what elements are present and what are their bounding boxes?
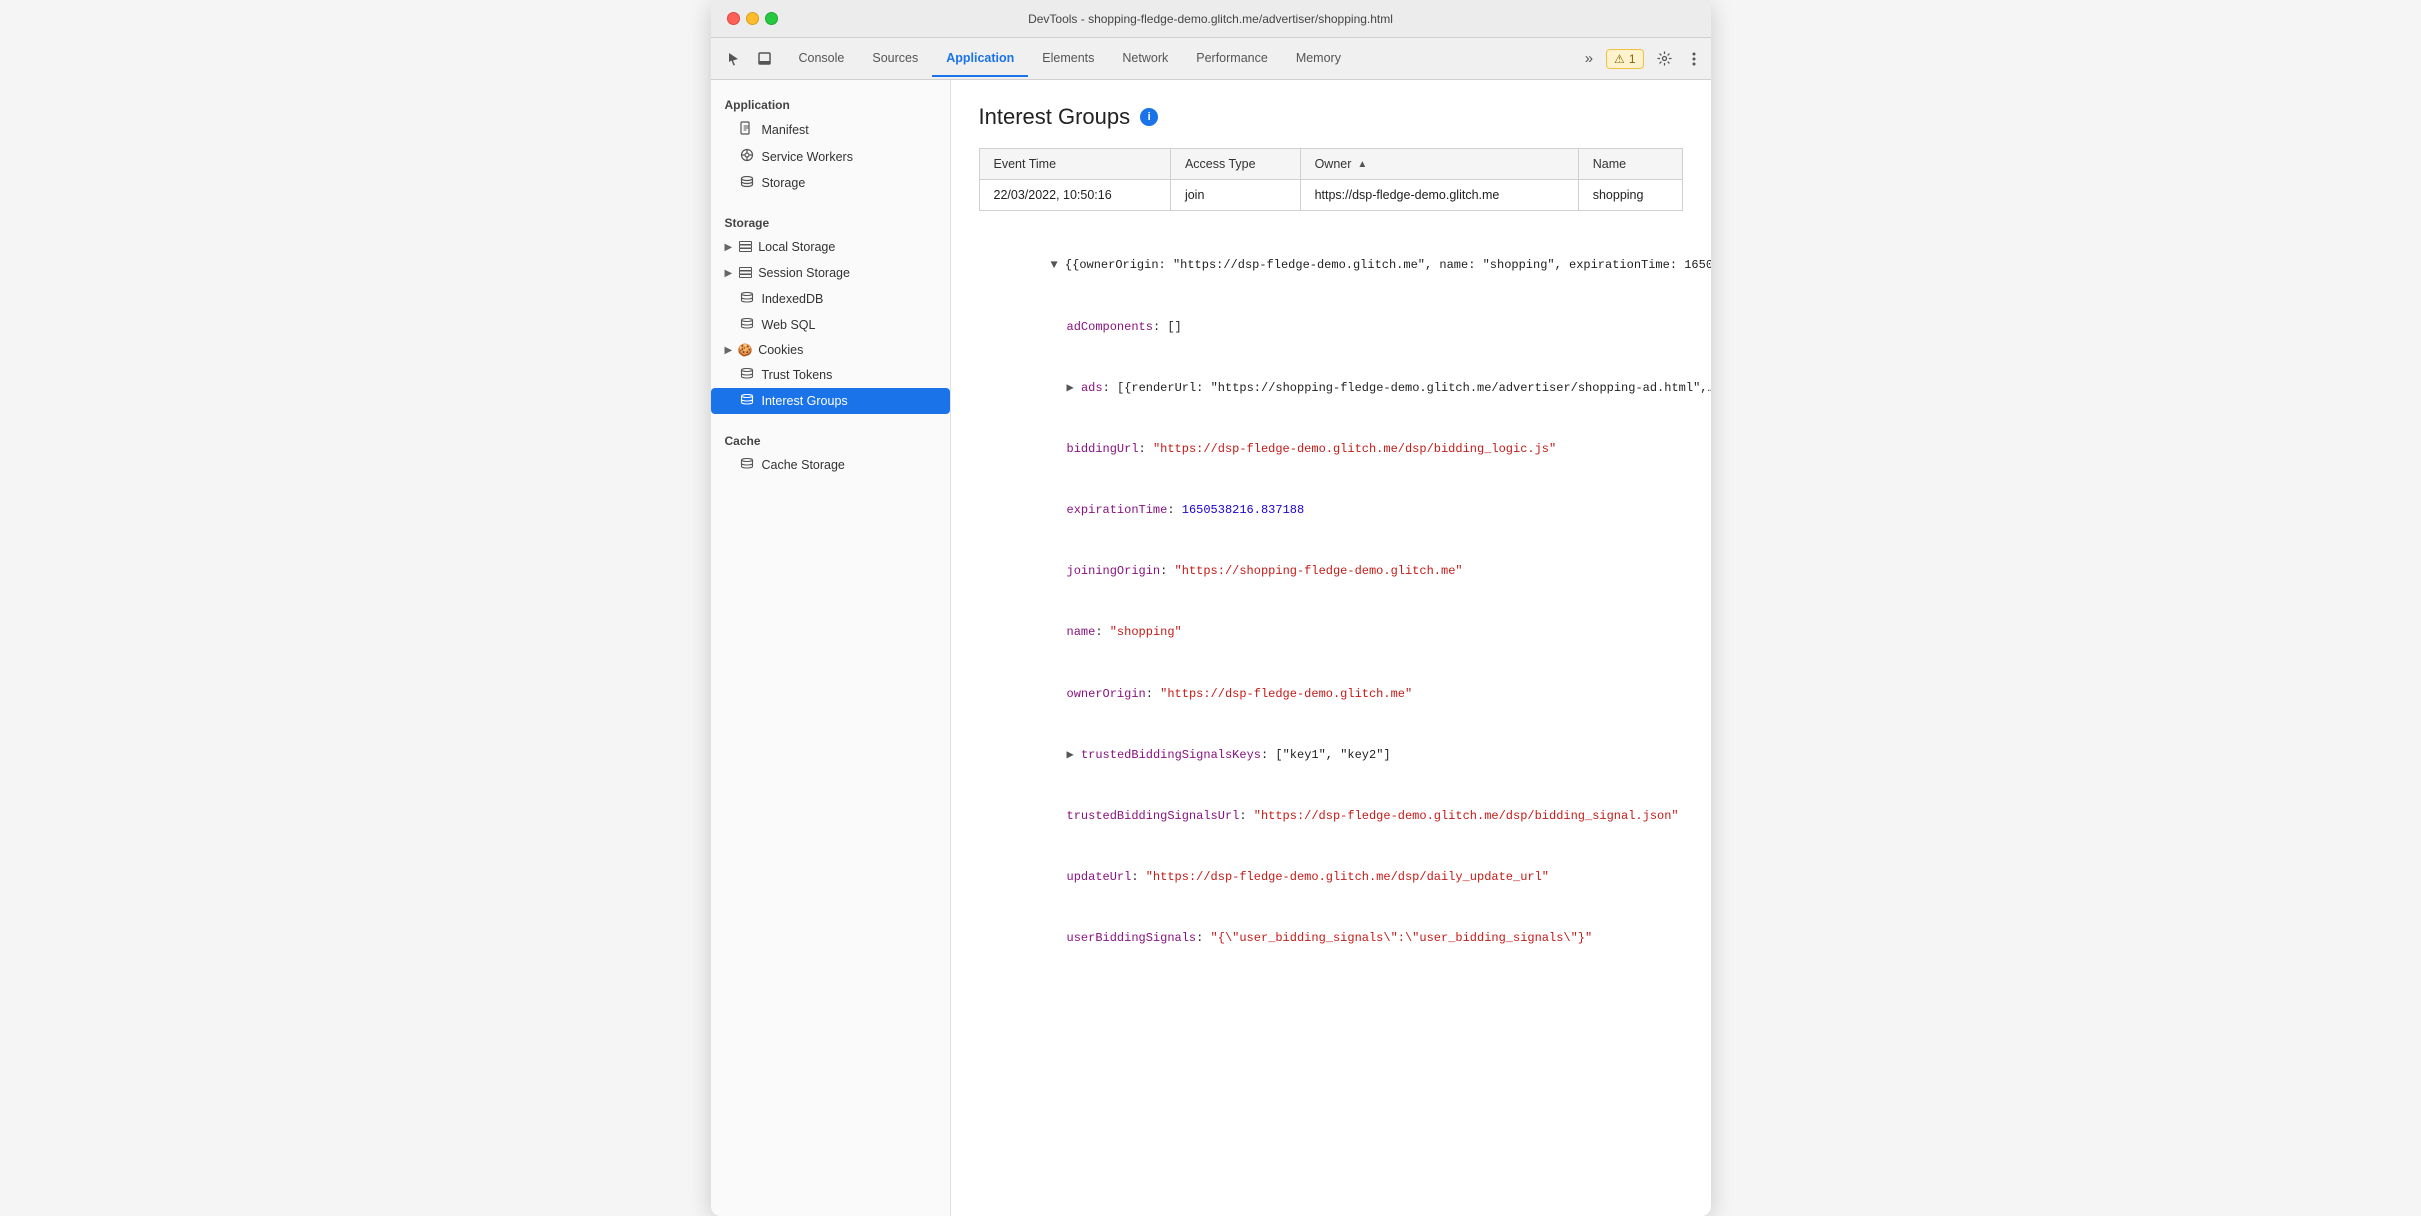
col-event-time[interactable]: Event Time [979, 149, 1170, 180]
cell-access-type: join [1170, 180, 1300, 211]
cell-event-time: 22/03/2022, 10:50:16 [979, 180, 1170, 211]
json-line-expirationTime: expirationTime: 1650538216.837188 [979, 480, 1683, 541]
trusted-keys-expand-icon[interactable]: ▶ [1067, 748, 1081, 762]
warning-count: 1 [1629, 52, 1636, 66]
trust-tokens-label: Trust Tokens [762, 368, 833, 382]
cell-name: shopping [1578, 180, 1682, 211]
interest-groups-table: Event Time Access Type Owner ▲ Name 22/0… [979, 148, 1683, 211]
tab-memory[interactable]: Memory [1282, 41, 1355, 77]
json-line-name: name: "shopping" [979, 602, 1683, 663]
json-line-updateUrl: updateUrl: "https://dsp-fledge-demo.glit… [979, 847, 1683, 908]
main-layout: Application Manifest [711, 80, 1711, 1216]
storage-app-label: Storage [762, 176, 806, 190]
devtools-window: DevTools - shopping-fledge-demo.glitch.m… [711, 0, 1711, 1216]
settings-button[interactable] [1650, 46, 1679, 71]
tab-elements[interactable]: Elements [1028, 41, 1108, 77]
dock-button[interactable] [750, 46, 779, 71]
tab-sources[interactable]: Sources [858, 41, 932, 77]
json-tree: ▼ {{ownerOrigin: "https://dsp-fledge-dem… [979, 229, 1683, 975]
sidebar-item-local-storage[interactable]: ▶ Local Storage [711, 234, 950, 260]
session-storage-label: Session Storage [758, 266, 850, 280]
sidebar-item-trust-tokens[interactable]: Trust Tokens [711, 362, 950, 388]
trust-tokens-icon [739, 367, 755, 383]
service-workers-icon [739, 148, 755, 165]
traffic-lights [727, 12, 778, 25]
sidebar-item-web-sql[interactable]: Web SQL [711, 312, 950, 338]
cookies-label: Cookies [758, 343, 803, 357]
tab-performance[interactable]: Performance [1182, 41, 1282, 77]
toolbar: Console Sources Application Elements Net… [711, 38, 1711, 80]
table-row[interactable]: 22/03/2022, 10:50:16 join https://dsp-fl… [979, 180, 1682, 211]
json-line-biddingUrl: biddingUrl: "https://dsp-fledge-demo.gli… [979, 419, 1683, 480]
storage-app-icon [739, 175, 755, 191]
window-title: DevTools - shopping-fledge-demo.glitch.m… [1028, 12, 1393, 26]
cell-owner: https://dsp-fledge-demo.glitch.me [1300, 180, 1578, 211]
cache-storage-icon [739, 457, 755, 473]
storage-section-title: Storage [711, 206, 950, 234]
titlebar: DevTools - shopping-fledge-demo.glitch.m… [711, 0, 1711, 38]
warning-badge[interactable]: ⚠ 1 [1606, 49, 1643, 69]
content-area: Interest Groups i Event Time Access Type… [951, 80, 1711, 1216]
session-storage-chevron: ▶ [725, 268, 733, 279]
json-line-joiningOrigin: joiningOrigin: "https://shopping-fledge-… [979, 541, 1683, 602]
json-line-trustedBiddingSignalsKeys[interactable]: ▶ trustedBiddingSignalsKeys: ["key1", "k… [979, 724, 1683, 785]
json-line-adComponents: adComponents: [] [979, 296, 1683, 357]
more-tabs-button[interactable]: » [1578, 45, 1600, 72]
ads-expand-icon[interactable]: ▶ [1067, 381, 1081, 395]
minimize-button[interactable] [746, 12, 759, 25]
interest-groups-label: Interest Groups [762, 394, 848, 408]
col-access-type[interactable]: Access Type [1170, 149, 1300, 180]
sidebar-item-cookies[interactable]: ▶ 🍪 Cookies [711, 338, 950, 362]
indexeddb-label: IndexedDB [762, 292, 824, 306]
more-options-button[interactable] [1685, 47, 1703, 71]
manifest-label: Manifest [762, 123, 809, 137]
local-storage-label: Local Storage [758, 240, 835, 254]
warning-icon: ⚠ [1614, 52, 1625, 66]
application-section-title: Application [711, 88, 950, 116]
cookies-icon: 🍪 [737, 343, 753, 357]
maximize-button[interactable] [765, 12, 778, 25]
tab-application[interactable]: Application [932, 41, 1028, 77]
tab-console[interactable]: Console [785, 41, 859, 77]
sort-arrow-icon[interactable]: ▲ [1357, 159, 1367, 170]
col-owner[interactable]: Owner ▲ [1301, 149, 1578, 179]
json-root[interactable]: ▼ {{ownerOrigin: "https://dsp-fledge-dem… [979, 235, 1683, 296]
sidebar-item-manifest[interactable]: Manifest [711, 116, 950, 143]
cache-storage-label: Cache Storage [762, 458, 845, 472]
local-storage-chevron: ▶ [725, 242, 733, 253]
sidebar-item-service-workers[interactable]: Service Workers [711, 143, 950, 170]
page-title: Interest Groups [979, 104, 1131, 130]
tab-network[interactable]: Network [1108, 41, 1182, 77]
sidebar-item-session-storage[interactable]: ▶ Session Storage [711, 260, 950, 286]
interest-groups-icon [739, 393, 755, 409]
service-workers-label: Service Workers [762, 150, 853, 164]
close-button[interactable] [727, 12, 740, 25]
manifest-icon [739, 121, 755, 138]
json-line-ownerOrigin: ownerOrigin: "https://dsp-fledge-demo.gl… [979, 663, 1683, 724]
page-title-row: Interest Groups i [979, 104, 1683, 130]
sidebar-item-interest-groups[interactable]: Interest Groups [711, 388, 950, 414]
sidebar-item-storage-app[interactable]: Storage [711, 170, 950, 196]
local-storage-icon [737, 239, 753, 255]
cookies-chevron: ▶ [725, 345, 733, 356]
indexeddb-icon [739, 291, 755, 307]
json-line-ads[interactable]: ▶ ads: [{renderUrl: "https://shopping-fl… [979, 357, 1683, 418]
json-root-preview: {ownerOrigin: "https://dsp-fledge-demo.g… [1072, 258, 1710, 272]
session-storage-icon [737, 265, 753, 281]
tab-bar: Console Sources Application Elements Net… [785, 41, 1576, 77]
sidebar: Application Manifest [711, 80, 951, 1216]
info-icon[interactable]: i [1140, 108, 1158, 126]
web-sql-label: Web SQL [762, 318, 816, 332]
root-expand-icon[interactable]: ▼ [1051, 258, 1065, 272]
cursor-button[interactable] [719, 46, 748, 71]
json-line-trustedBiddingSignalsUrl: trustedBiddingSignalsUrl: "https://dsp-f… [979, 786, 1683, 847]
toolbar-right: » ⚠ 1 [1578, 45, 1703, 72]
col-name[interactable]: Name [1578, 149, 1682, 180]
json-line-userBiddingSignals: userBiddingSignals: "{\"user_bidding_sig… [979, 908, 1683, 969]
sidebar-item-indexeddb[interactable]: IndexedDB [711, 286, 950, 312]
sidebar-item-cache-storage[interactable]: Cache Storage [711, 452, 950, 478]
cache-section-title: Cache [711, 424, 950, 452]
web-sql-icon [739, 317, 755, 333]
